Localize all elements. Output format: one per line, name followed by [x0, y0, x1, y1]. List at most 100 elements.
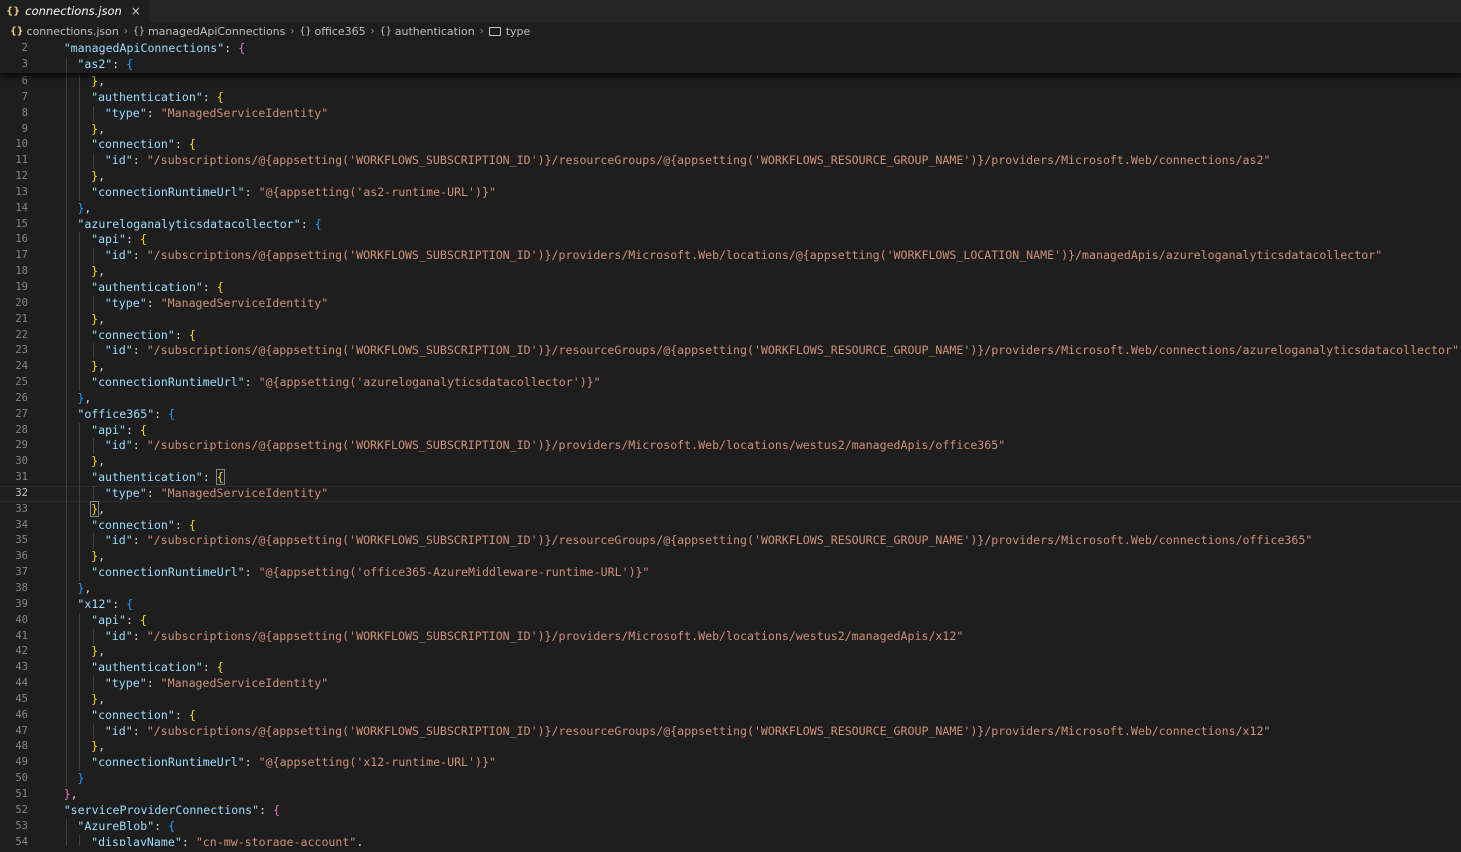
code-line: 44 "type": "ManagedServiceIdentity"	[0, 676, 1461, 692]
tab-connections-json[interactable]: {} connections.json ×	[0, 0, 150, 22]
indent-guide	[65, 628, 67, 645]
code-line: 14},	[0, 200, 1461, 217]
line-number: 25	[15, 376, 28, 389]
line-number: 50	[15, 772, 28, 785]
punctuation: :	[174, 517, 189, 532]
breadcrumb-label: managedApiConnections	[147, 25, 286, 38]
indent-guide	[93, 295, 95, 312]
json-string: "@{appsetting('as2-runtime-URL')}"	[258, 184, 496, 199]
line-number: 19	[15, 280, 28, 293]
indent-guide	[65, 327, 67, 344]
line-number: 12	[15, 170, 28, 183]
indent-guide	[79, 74, 81, 90]
punctuation: :	[181, 834, 196, 847]
code-line: 42},	[0, 644, 1461, 661]
indent-guide	[79, 691, 81, 708]
json-key: "serviceProviderConnections"	[63, 802, 260, 817]
code-line: 24},	[0, 359, 1461, 376]
punctuation: ,	[84, 581, 92, 595]
code-line: 54 "displayName": "cn-mw-storage-account"…	[0, 834, 1461, 847]
line-code: "type": "ManagedServiceIdentity"	[28, 485, 328, 502]
indent-guide	[79, 343, 81, 360]
indent-guide	[65, 755, 67, 772]
bracket: {	[168, 818, 176, 833]
json-key: "id"	[104, 153, 133, 168]
code-line: 3 "as2": {	[0, 57, 1461, 73]
line-number: 7	[21, 90, 28, 103]
breadcrumb-item[interactable]: {} connections.json	[10, 25, 119, 38]
indent-guide	[65, 470, 67, 486]
line-number: 24	[15, 360, 28, 373]
indent-guide	[65, 137, 67, 154]
code-line: 45},	[0, 691, 1461, 708]
code-line: 17 "id": "/subscriptions/@{appsetting('WO…	[0, 248, 1461, 265]
breadcrumb-item[interactable]: {} office365	[299, 25, 365, 38]
indent-guide	[79, 89, 81, 106]
indent-guide	[65, 74, 67, 90]
indent-guide	[93, 533, 95, 550]
chevron-right-icon: ›	[479, 26, 484, 37]
close-icon[interactable]: ×	[131, 4, 141, 18]
indent-guide	[79, 470, 81, 486]
line-code: },	[28, 74, 105, 90]
indent-guide	[79, 533, 81, 550]
line-number: 32	[15, 486, 28, 499]
json-key: "id"	[104, 533, 133, 548]
code-line: 40 "api": {	[0, 612, 1461, 629]
breadcrumb-item[interactable]: {} managedApiConnections	[133, 25, 286, 38]
bracket: }	[63, 786, 71, 801]
code-line: 31 "authentication": {	[0, 469, 1461, 486]
line-number: 20	[15, 296, 28, 309]
punctuation: :	[146, 676, 161, 691]
indent-guide	[65, 771, 67, 787]
punctuation: :	[132, 248, 147, 263]
line-number: 16	[15, 233, 28, 246]
bracket: {	[188, 327, 196, 342]
line-number: 51	[15, 787, 28, 800]
code-editor[interactable]: 6}, 7 "authentication": {8 "type": "Managed…	[0, 74, 1461, 846]
code-line: 23 "id": "/subscriptions/@{appsetting('WO…	[0, 343, 1461, 360]
bracket: {	[216, 660, 224, 675]
code-line: 18},	[0, 264, 1461, 280]
json-string: "ManagedServiceIdentity"	[160, 676, 329, 691]
code-line: 12},	[0, 169, 1461, 185]
line-number: 45	[15, 692, 28, 705]
indent-guide	[79, 723, 81, 740]
punctuation: ,	[98, 169, 106, 184]
object-icon: {}	[132, 26, 145, 37]
indent-guide	[79, 485, 81, 502]
json-key: "authentication"	[91, 279, 203, 294]
code-line: 28 "api": {	[0, 422, 1461, 439]
breadcrumb-item[interactable]: type	[488, 25, 530, 38]
punctuation: ,	[98, 454, 106, 469]
bracket: {	[188, 137, 196, 152]
line-code: },	[28, 169, 105, 185]
punctuation: ,	[98, 359, 106, 374]
line-number: 39	[15, 597, 28, 610]
breadcrumb-item[interactable]: {} authentication	[380, 25, 475, 38]
code-line: 33},	[0, 500, 1461, 518]
punctuation: :	[146, 105, 161, 120]
punctuation: :	[126, 612, 140, 627]
json-key: "authentication"	[91, 89, 203, 104]
line-code: "connection": {	[28, 517, 196, 534]
line-code: },	[28, 200, 91, 217]
line-number: 44	[15, 677, 28, 690]
code-line: 13 "connectionRuntimeUrl": "@{appsetting(…	[0, 184, 1461, 201]
chevron-right-icon: ›	[290, 26, 295, 37]
punctuation: :	[132, 438, 147, 453]
json-key: "displayName"	[91, 834, 182, 847]
code-line: 16 "api": {	[0, 232, 1461, 249]
indent-guide	[65, 707, 67, 724]
line-code: "connectionRuntimeUrl": "@{appsetting('a…	[28, 184, 496, 201]
line-number: 23	[15, 344, 28, 357]
line-number: 15	[15, 217, 28, 230]
code-line: 34 "connection": {	[0, 517, 1461, 534]
line-number: 31	[15, 471, 28, 484]
json-string: "/subscriptions/@{appsetting('WORKFLOWS_…	[146, 628, 964, 643]
indent-guide	[79, 105, 81, 122]
indent-guide	[65, 454, 67, 471]
code-line: 49 "connectionRuntimeUrl": "@{appsetting(…	[0, 755, 1461, 772]
code-line: 26},	[0, 390, 1461, 407]
line-code: "connection": {	[28, 137, 196, 154]
